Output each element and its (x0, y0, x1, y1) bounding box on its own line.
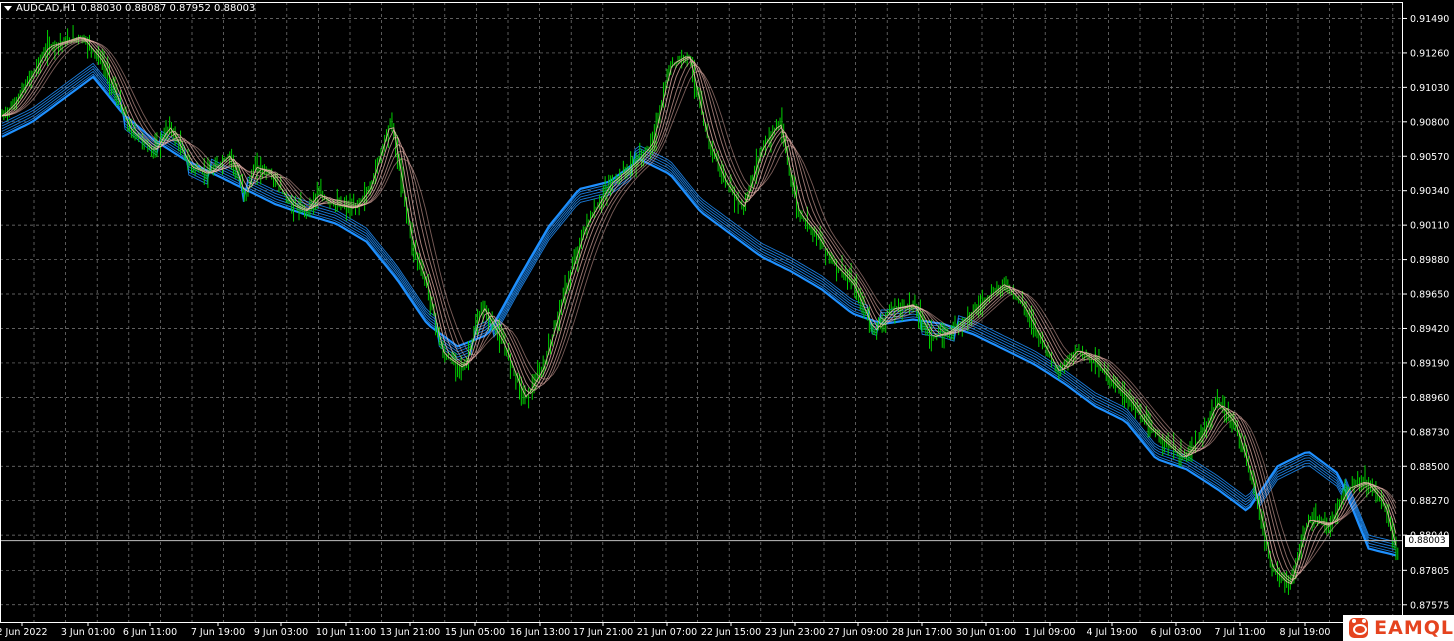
time-axis[interactable]: 2 Jun 2022 3 Jun 01:00 6 Jun 11:00 7 Jun 19… (0, 622, 1330, 638)
time-tick-label: 23 Jun 23:00 (765, 627, 825, 638)
time-tick-label: 10 Jun 11:00 (316, 627, 376, 638)
time-tick-label: 7 Jul 11:00 (1215, 627, 1266, 638)
price-tick-label: 0.91260 (1410, 48, 1449, 59)
price-axis[interactable]: 0.91490 0.91260 0.91030 0.90800 0.90570 0.903… (1403, 14, 1449, 611)
price-tick-label: 0.88730 (1410, 427, 1449, 438)
slow-ma-line (1, 70, 1397, 551)
price-tick-label: 0.91030 (1410, 83, 1449, 94)
time-tick-label: 27 Jun 09:00 (828, 627, 888, 638)
symbol-timeframe: AUDCAD,H1 (16, 3, 77, 14)
slow-ma-line (1, 75, 1397, 557)
fast-ma-line (1, 39, 1397, 574)
ohlc-readout: 0.88030 0.88087 0.87952 0.88003 (80, 3, 256, 14)
fast-ma-line (1, 39, 1397, 577)
price-tick-label: 0.90570 (1410, 152, 1449, 163)
time-tick-label: 13 Jun 21:00 (380, 627, 440, 638)
dropdown-triangle-icon[interactable] (4, 6, 12, 11)
price-tick-label: 0.89190 (1410, 358, 1449, 369)
time-tick-label: 22 Jun 15:00 (701, 627, 761, 638)
fast-ma-line (1, 36, 1397, 585)
time-tick-label: 2 Jun 2022 (0, 627, 48, 638)
chart-header: AUDCAD,H1 0.88030 0.88087 0.87952 0.8800… (4, 3, 255, 14)
fast-ma-line (1, 38, 1397, 580)
candles (1, 25, 1399, 595)
price-tick-label: 0.91490 (1410, 14, 1449, 25)
price-tick-label: 0.89880 (1410, 255, 1449, 266)
time-tick-label: 7 Jun 19:00 (191, 627, 245, 638)
time-tick-label: 6 Jul 03:00 (1151, 627, 1202, 638)
price-tick-label: 0.88270 (1410, 496, 1449, 507)
chart-window[interactable]: 0.91490 0.91260 0.91030 0.90800 0.90570 0.903… (0, 0, 1454, 641)
eamql-logo-icon (1349, 618, 1369, 638)
time-tick-label: 4 Jul 19:00 (1087, 627, 1138, 638)
time-tick-label: 21 Jun 07:00 (637, 627, 697, 638)
price-tick-label: 0.89420 (1410, 324, 1449, 335)
price-tick-label: 0.88500 (1410, 462, 1449, 473)
time-tick-label: 15 Jun 05:00 (445, 627, 505, 638)
price-tick-label: 0.87575 (1410, 600, 1449, 611)
price-tick-label: 0.89650 (1410, 290, 1449, 301)
price-tick-label: 0.90110 (1410, 221, 1449, 232)
time-tick-label: 6 Jun 11:00 (123, 627, 177, 638)
price-tick-label: 0.87805 (1410, 566, 1449, 577)
fast-ma-bands (1, 36, 1397, 585)
time-tick-label: 8 Jul 19:00 (1280, 627, 1331, 638)
brand-badge: EAMQL (1343, 615, 1454, 641)
time-tick-label: 17 Jun 21:00 (573, 627, 633, 638)
time-tick-label: 30 Jun 01:00 (956, 627, 1016, 638)
time-tick-label: 9 Jun 03:00 (254, 627, 308, 638)
time-tick-label: 16 Jun 13:00 (510, 627, 570, 638)
fast-ma-line (1, 40, 1397, 568)
slow-ma-line (1, 68, 1397, 548)
slow-ma-line (1, 73, 1397, 554)
slow-ma-bands (1, 62, 1397, 557)
time-tick-label: 28 Jun 17:00 (892, 627, 952, 638)
price-tick-label: 0.90800 (1410, 117, 1449, 128)
price-tick-label: 0.88960 (1410, 393, 1449, 404)
brand-name: EAMQL (1374, 617, 1454, 639)
slow-ma-line (1, 65, 1397, 546)
price-chart[interactable]: 0.91490 0.91260 0.91030 0.90800 0.90570 0.903… (0, 0, 1454, 641)
price-tick-label: 0.90340 (1410, 186, 1449, 197)
time-tick-label: 1 Jul 09:00 (1025, 627, 1076, 638)
time-tick-label: 3 Jun 01:00 (61, 627, 115, 638)
current-price-label: 0.88003 (1405, 534, 1449, 547)
